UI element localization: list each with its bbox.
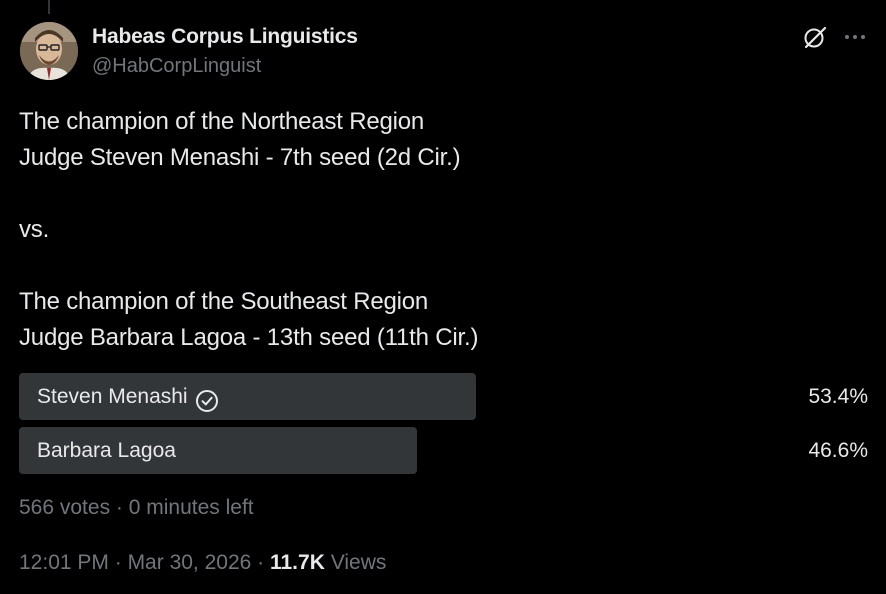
check-circle-icon <box>194 384 220 412</box>
author-handle[interactable]: @HabCorpLinguist <box>92 53 358 79</box>
views-label: Views <box>330 551 387 574</box>
views-count: 11.7K <box>269 551 325 574</box>
poll-option-steven-menashi[interactable]: Steven Menashi 53.4% <box>19 373 868 420</box>
tweet-text: The champion of the Northeast Region Jud… <box>19 108 479 351</box>
separator-dot: · <box>251 551 270 574</box>
tweet-date[interactable]: Mar 30, 2026 <box>128 551 252 574</box>
poll-option-percent: 53.4% <box>808 385 868 408</box>
author-display-name[interactable]: Habeas Corpus Linguistics <box>92 24 358 50</box>
separator-dot: · <box>110 496 129 519</box>
poll-option-label-row: Barbara Lagoa <box>37 427 176 474</box>
thread-connector-line <box>48 0 50 14</box>
poll-option-label: Barbara Lagoa <box>37 439 176 462</box>
poll-meta: 566 votes · 0 minutes left <box>19 495 254 521</box>
grok-icon[interactable] <box>802 24 828 50</box>
poll-time-left: 0 minutes left <box>128 496 254 519</box>
poll-vote-count: 566 votes <box>19 496 111 519</box>
poll-option-label: Steven Menashi <box>37 385 188 408</box>
poll-option-label-row: Steven Menashi <box>37 373 220 420</box>
author-block[interactable]: Habeas Corpus Linguistics @HabCorpLingui… <box>92 24 358 79</box>
poll-option-barbara-lagoa[interactable]: Barbara Lagoa 46.6% <box>19 427 868 474</box>
tweet-time[interactable]: 12:01 PM <box>19 551 109 574</box>
tweet-timestamp-row: 12:01 PM · Mar 30, 2026 · 11.7K Views <box>19 550 386 576</box>
poll-option-percent: 46.6% <box>808 439 868 462</box>
separator-dot: · <box>108 551 128 574</box>
avatar-image <box>20 22 78 80</box>
more-options-icon[interactable] <box>843 27 867 47</box>
avatar[interactable] <box>20 22 78 80</box>
